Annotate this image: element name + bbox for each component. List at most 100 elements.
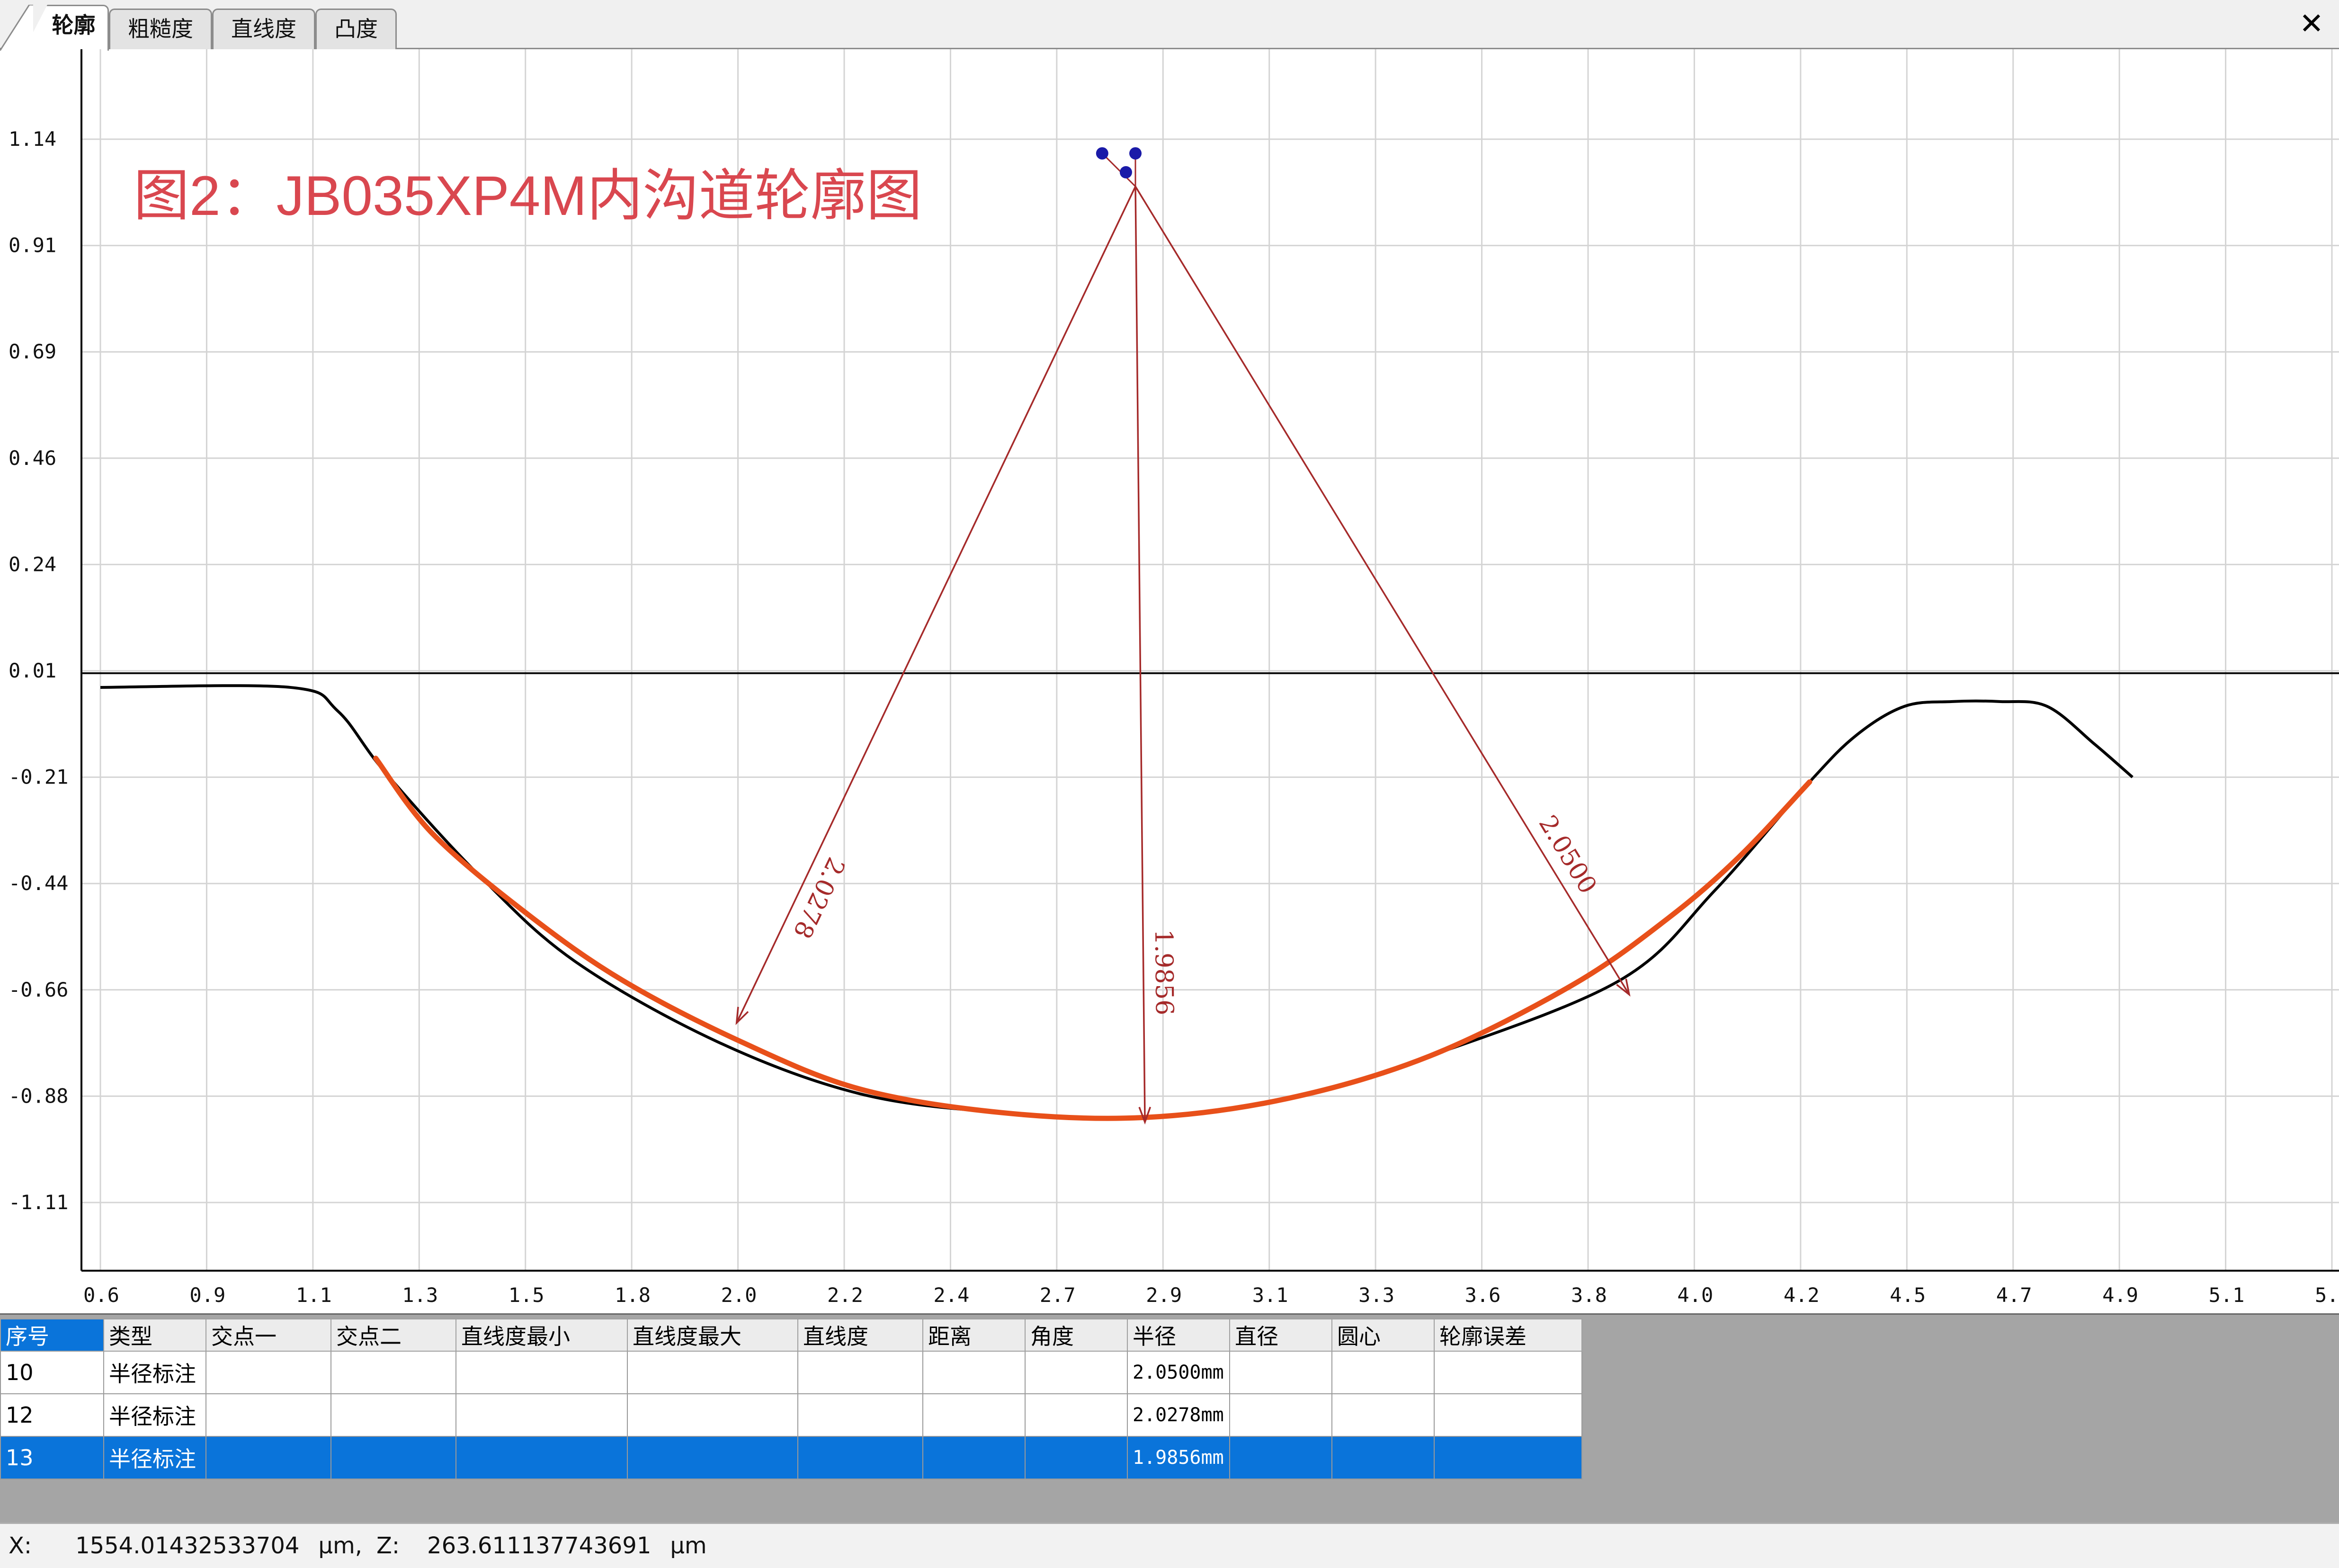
column-header-diameter[interactable]: 直径: [1229, 1319, 1332, 1352]
cell-empty: [330, 1393, 456, 1437]
radius-annotations: 2.02781.98562.0500: [735, 186, 1631, 1125]
table-header-row: 序号 类型 交点一 交点二 直线度最小 直线度最大 直线度 距离 角度 半径 直…: [0, 1319, 1582, 1352]
x-tick-label: 5.: [2315, 1283, 2339, 1307]
x-tick-label: 1.3: [402, 1283, 438, 1307]
cell-index: 12: [0, 1393, 104, 1437]
cell-empty: [1025, 1393, 1128, 1437]
column-header-intersection-1[interactable]: 交点一: [205, 1319, 331, 1352]
cell-type: 半径标注: [103, 1393, 206, 1437]
cell-empty: [627, 1393, 798, 1437]
cell-radius: 1.9856mm: [1127, 1436, 1230, 1479]
x-tick-label: 1.8: [615, 1283, 651, 1307]
cell-empty: [1229, 1351, 1332, 1394]
cell-empty: [455, 1351, 628, 1394]
column-header-straightness-min[interactable]: 直线度最小: [455, 1319, 628, 1352]
x-tick-label: 2.2: [827, 1283, 863, 1307]
x-tick-label: 3.1: [1252, 1283, 1288, 1307]
cell-empty: [455, 1436, 628, 1479]
y-tick-label: -0.44: [9, 872, 68, 895]
column-header-index[interactable]: 序号: [0, 1319, 104, 1352]
y-tick-label: 1.14: [9, 127, 56, 151]
radius-line: [1134, 186, 1630, 995]
x-tick-label: 3.8: [1571, 1283, 1607, 1307]
cell-empty: [330, 1351, 456, 1394]
column-header-straightness-max[interactable]: 直线度最大: [627, 1319, 798, 1352]
tab-straightness[interactable]: 直线度: [212, 9, 315, 49]
figure-caption: 图2：JB035XP4M内沟道轮廓图: [134, 165, 922, 227]
cell-empty: [1434, 1436, 1582, 1479]
x-tick-label: 3.3: [1358, 1283, 1394, 1307]
tab-roughness[interactable]: 粗糙度: [109, 9, 212, 49]
measurement-table: 序号 类型 交点一 交点二 直线度最小 直线度最大 直线度 距离 角度 半径 直…: [0, 1319, 1582, 1479]
column-header-type[interactable]: 类型: [103, 1319, 206, 1352]
x-tick-label: 4.7: [1996, 1283, 2032, 1307]
z-coordinate-value: 263.611137743691: [427, 1532, 652, 1559]
tab-label: 粗糙度: [128, 16, 193, 42]
profile-analysis-window: 轮廓 粗糙度 直线度 凸度 ✕ 1.14 0.91 0.69 0.46 0.24 0.01…: [0, 0, 2339, 1568]
cell-empty: [627, 1436, 798, 1479]
cell-index: 10: [0, 1351, 104, 1394]
tab-crown[interactable]: 凸度: [315, 9, 397, 49]
x-tick-label: 2.7: [1040, 1283, 1076, 1307]
cell-empty: [1434, 1351, 1582, 1394]
tab-label: 凸度: [334, 16, 378, 42]
cell-empty: [330, 1436, 456, 1479]
column-header-profile-error[interactable]: 轮廓误差: [1434, 1319, 1582, 1352]
center-marker-dot: [1129, 147, 1142, 160]
cell-empty: [922, 1351, 1026, 1394]
column-header-straightness[interactable]: 直线度: [797, 1319, 923, 1352]
x-tick-label: 3.6: [1465, 1283, 1501, 1307]
table-row-selected[interactable]: 13 半径标注 1.9856mm: [0, 1436, 1582, 1479]
x-tick-label: 5.1: [2209, 1283, 2245, 1307]
chart-canvas[interactable]: 1.14 0.91 0.69 0.46 0.24 0.01 -0.21 -0.44 -0.66 -…: [0, 49, 2339, 1313]
cell-empty: [205, 1351, 331, 1394]
x-tick-label: 4.2: [1784, 1283, 1820, 1307]
profile-chart[interactable]: 1.14 0.91 0.69 0.46 0.24 0.01 -0.21 -0.44 -0.66 -…: [0, 49, 2339, 1313]
table-row[interactable]: 10 半径标注 2.0500mm: [0, 1351, 1582, 1394]
cell-empty: [797, 1393, 923, 1437]
cell-empty: [1331, 1436, 1435, 1479]
x-tick-label: 2.0: [721, 1283, 757, 1307]
x-tick-label: 4.5: [1890, 1283, 1926, 1307]
status-bar: X: 1554.01432533704 μm, Z: 263.611137743691 μ…: [0, 1523, 2339, 1568]
center-markers[interactable]: [1096, 147, 1142, 187]
column-header-intersection-2[interactable]: 交点二: [330, 1319, 456, 1352]
y-tick-label: -0.21: [9, 766, 68, 789]
tab-profile[interactable]: 轮廓: [24, 5, 109, 51]
column-header-center[interactable]: 圆心: [1331, 1319, 1435, 1352]
x-tick-label: 0.9: [189, 1283, 225, 1307]
y-tick-label: 0.46: [9, 446, 56, 470]
z-coordinate-unit: μm: [670, 1532, 707, 1559]
x-tick-label: 2.4: [933, 1283, 969, 1307]
radius-line: [1134, 186, 1146, 1123]
y-axis-ticks: 1.14 0.91 0.69 0.46 0.24 0.01 -0.21 -0.44 -0.66 -…: [9, 127, 68, 1214]
cell-type: 半径标注: [103, 1436, 206, 1479]
column-header-radius[interactable]: 半径: [1127, 1319, 1230, 1352]
cell-empty: [922, 1393, 1026, 1437]
cell-empty: [205, 1436, 331, 1479]
x-coordinate-label: X:: [9, 1532, 32, 1559]
table-row[interactable]: 12 半径标注 2.0278mm: [0, 1393, 1582, 1437]
z-coordinate-label: Z:: [376, 1532, 400, 1559]
x-tick-label: 4.0: [1677, 1283, 1713, 1307]
tab-strip: 轮廓 粗糙度 直线度 凸度 ✕: [0, 0, 2339, 51]
cell-empty: [1025, 1351, 1128, 1394]
cell-empty: [1331, 1351, 1435, 1394]
measurement-table-panel: 序号 类型 交点一 交点二 直线度最小 直线度最大 直线度 距离 角度 半径 直…: [0, 1313, 2339, 1523]
cell-empty: [922, 1436, 1026, 1479]
cell-empty: [1229, 1393, 1332, 1437]
cell-empty: [797, 1436, 923, 1479]
y-tick-label: 0.91: [9, 234, 56, 257]
y-tick-label: -0.66: [9, 978, 68, 1001]
y-tick-label: 0.01: [9, 659, 56, 682]
x-tick-label: 1.1: [296, 1283, 332, 1307]
close-button[interactable]: ✕: [2294, 7, 2329, 41]
column-header-distance[interactable]: 距离: [922, 1319, 1026, 1352]
cell-empty: [1229, 1436, 1332, 1479]
column-header-angle[interactable]: 角度: [1025, 1319, 1128, 1352]
center-marker-dot: [1119, 166, 1132, 178]
cell-empty: [205, 1393, 331, 1437]
cell-empty: [455, 1393, 628, 1437]
tab-label: 直线度: [231, 16, 296, 42]
radius-line: [736, 186, 1136, 1024]
